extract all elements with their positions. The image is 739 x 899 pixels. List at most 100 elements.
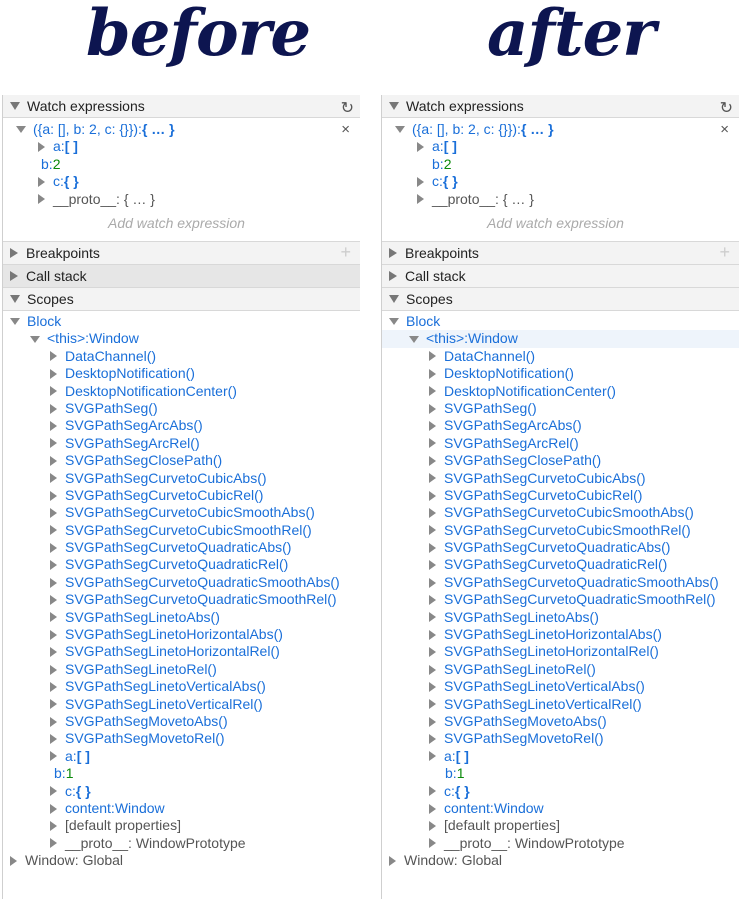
- refresh-icon[interactable]: ↻: [720, 98, 733, 118]
- prop-value: 2: [443, 155, 452, 172]
- scope-default-properties[interactable]: [default properties]: [382, 817, 739, 834]
- close-icon[interactable]: ×: [341, 121, 350, 138]
- prop-key: b:: [432, 155, 444, 172]
- watch-prop-a[interactable]: a: [ ]: [382, 138, 739, 155]
- prop-key: c:: [65, 782, 76, 799]
- scope-function-row[interactable]: SVGPathSegCurvetoCubicRel(): [3, 487, 360, 504]
- scope-function-row[interactable]: SVGPathSegLinetoVerticalRel(): [3, 696, 360, 713]
- scope-function-row[interactable]: DataChannel(): [3, 348, 360, 365]
- scope-function-row[interactable]: SVGPathSegCurvetoCubicAbs(): [3, 470, 360, 487]
- scope-function-row[interactable]: DesktopNotification(): [3, 365, 360, 382]
- scope-function-row[interactable]: SVGPathSegLinetoHorizontalRel(): [3, 643, 360, 660]
- scope-prop-proto[interactable]: __proto__: WindowPrototype: [3, 835, 360, 852]
- add-breakpoint-icon[interactable]: +: [719, 242, 730, 263]
- scope-prop-a[interactable]: a: [ ]: [382, 748, 739, 765]
- scope-prop-a[interactable]: a: [ ]: [3, 748, 360, 765]
- function-name: SVGPathSegMovetoRel(): [65, 730, 225, 747]
- scope-function-row[interactable]: SVGPathSegArcRel(): [3, 435, 360, 452]
- scope-function-row[interactable]: SVGPathSegLinetoRel(): [3, 661, 360, 678]
- scope-function-row[interactable]: SVGPathSegLinetoVerticalAbs(): [3, 678, 360, 695]
- scope-function-row[interactable]: SVGPathSeg(): [3, 400, 360, 417]
- scope-function-row[interactable]: SVGPathSegArcAbs(): [3, 417, 360, 434]
- call-stack-header[interactable]: Call stack: [3, 265, 360, 288]
- scope-this-row[interactable]: <this>: Window: [382, 330, 739, 348]
- scope-function-row[interactable]: SVGPathSegLinetoVerticalAbs(): [382, 678, 739, 695]
- scope-function-row[interactable]: SVGPathSegMovetoRel(): [3, 730, 360, 747]
- scope-function-row[interactable]: SVGPathSegCurvetoQuadraticAbs(): [382, 539, 739, 556]
- watch-prop-proto[interactable]: __proto__: { … }: [3, 191, 360, 208]
- scope-function-row[interactable]: DesktopNotificationCenter(): [382, 383, 739, 400]
- function-name: SVGPathSegLinetoVerticalRel(): [65, 695, 263, 712]
- scopes-header[interactable]: Scopes: [382, 288, 739, 311]
- scope-function-row[interactable]: SVGPathSegCurvetoQuadraticAbs(): [3, 539, 360, 556]
- scope-function-row[interactable]: SVGPathSegClosePath(): [3, 452, 360, 469]
- watch-expression-row[interactable]: ({a: [], b: 2, c: {}}): { … } ×: [3, 121, 360, 138]
- scope-prop-c[interactable]: c: { }: [382, 783, 739, 800]
- scopes-header[interactable]: Scopes: [3, 288, 360, 311]
- scope-function-row[interactable]: SVGPathSegCurvetoCubicSmoothAbs(): [382, 504, 739, 521]
- scope-function-row[interactable]: SVGPathSegLinetoVerticalRel(): [382, 696, 739, 713]
- scope-prop-content[interactable]: content: Window: [382, 800, 739, 817]
- add-watch-expression-input[interactable]: Add watch expression: [487, 215, 624, 231]
- scope-function-row[interactable]: DesktopNotification(): [382, 365, 739, 382]
- scope-default-properties[interactable]: [default properties]: [3, 817, 360, 834]
- scope-function-row[interactable]: SVGPathSegCurvetoQuadraticSmoothAbs(): [3, 574, 360, 591]
- scope-function-row[interactable]: SVGPathSegLinetoHorizontalAbs(): [382, 626, 739, 643]
- call-stack-header[interactable]: Call stack: [382, 265, 739, 288]
- scope-function-row[interactable]: SVGPathSegCurvetoCubicSmoothRel(): [3, 522, 360, 539]
- scope-function-row[interactable]: SVGPathSegLinetoAbs(): [382, 609, 739, 626]
- add-breakpoint-icon[interactable]: +: [340, 242, 351, 263]
- scope-function-row[interactable]: SVGPathSegCurvetoQuadraticSmoothRel(): [382, 591, 739, 608]
- scope-prop-content[interactable]: content: Window: [3, 800, 360, 817]
- scope-function-row[interactable]: SVGPathSegLinetoAbs(): [3, 609, 360, 626]
- watch-expression-row[interactable]: ({a: [], b: 2, c: {}}): { … } ×: [382, 121, 739, 138]
- scope-prop-c[interactable]: c: { }: [3, 783, 360, 800]
- function-name: DesktopNotificationCenter(): [65, 382, 237, 399]
- scope-function-row[interactable]: SVGPathSegCurvetoCubicRel(): [382, 487, 739, 504]
- scope-function-row[interactable]: SVGPathSegLinetoRel(): [382, 661, 739, 678]
- scope-function-row[interactable]: SVGPathSegArcAbs(): [382, 417, 739, 434]
- scopes-label: Scopes: [27, 291, 74, 307]
- scope-function-row[interactable]: SVGPathSegCurvetoQuadraticRel(): [382, 556, 739, 573]
- scope-function-row[interactable]: SVGPathSegCurvetoQuadraticSmoothAbs(): [382, 574, 739, 591]
- scope-function-row[interactable]: SVGPathSegClosePath(): [382, 452, 739, 469]
- breakpoints-header[interactable]: Breakpoints +: [382, 242, 739, 265]
- scope-window-global[interactable]: Window: Global: [382, 852, 739, 869]
- chevron-right-icon: [50, 786, 57, 797]
- add-watch-expression-input[interactable]: Add watch expression: [108, 215, 245, 231]
- scope-this-row[interactable]: <this>: Window: [3, 330, 360, 347]
- watch-expressions-header[interactable]: Watch expressions ↻: [382, 95, 739, 118]
- scope-function-row[interactable]: SVGPathSegCurvetoCubicSmoothRel(): [382, 522, 739, 539]
- watch-prop-c[interactable]: c: { }: [3, 173, 360, 190]
- scope-function-row[interactable]: SVGPathSegLinetoHorizontalAbs(): [3, 626, 360, 643]
- scope-function-row[interactable]: SVGPathSegLinetoHorizontalRel(): [382, 643, 739, 660]
- close-icon[interactable]: ×: [720, 121, 729, 138]
- chevron-right-icon: [429, 647, 436, 658]
- refresh-icon[interactable]: ↻: [341, 98, 354, 118]
- scope-function-row[interactable]: SVGPathSegMovetoRel(): [382, 730, 739, 747]
- scope-block-row[interactable]: Block: [382, 313, 739, 330]
- watch-prop-a[interactable]: a: [ ]: [3, 138, 360, 155]
- watch-prop-proto[interactable]: __proto__: { … }: [382, 191, 739, 208]
- scope-function-row[interactable]: SVGPathSegCurvetoCubicAbs(): [382, 470, 739, 487]
- scope-prop-proto[interactable]: __proto__: WindowPrototype: [382, 835, 739, 852]
- scope-window-global[interactable]: Window: Global: [3, 852, 360, 869]
- scope-function-row[interactable]: DesktopNotificationCenter(): [3, 383, 360, 400]
- scope-function-row[interactable]: SVGPathSeg(): [382, 400, 739, 417]
- scope-block-row[interactable]: Block: [3, 313, 360, 330]
- function-name: SVGPathSegLinetoHorizontalRel(): [444, 643, 659, 660]
- scope-function-row[interactable]: SVGPathSegCurvetoCubicSmoothAbs(): [3, 504, 360, 521]
- breakpoints-header[interactable]: Breakpoints +: [3, 242, 360, 265]
- watch-prop-c[interactable]: c: { }: [382, 173, 739, 190]
- scope-function-row[interactable]: SVGPathSegMovetoAbs(): [382, 713, 739, 730]
- chevron-right-icon: [50, 647, 57, 658]
- watch-expressions-header[interactable]: Watch expressions ↻: [3, 95, 360, 118]
- function-name: SVGPathSegCurvetoQuadraticSmoothAbs(): [444, 573, 719, 590]
- prop-key: b:: [41, 155, 53, 172]
- scope-function-row[interactable]: SVGPathSegMovetoAbs(): [3, 713, 360, 730]
- scope-function-row[interactable]: DataChannel(): [382, 348, 739, 365]
- scope-function-row[interactable]: SVGPathSegCurvetoQuadraticRel(): [3, 556, 360, 573]
- chevron-right-icon: [429, 577, 436, 588]
- scope-function-row[interactable]: SVGPathSegCurvetoQuadraticSmoothRel(): [3, 591, 360, 608]
- scope-function-row[interactable]: SVGPathSegArcRel(): [382, 435, 739, 452]
